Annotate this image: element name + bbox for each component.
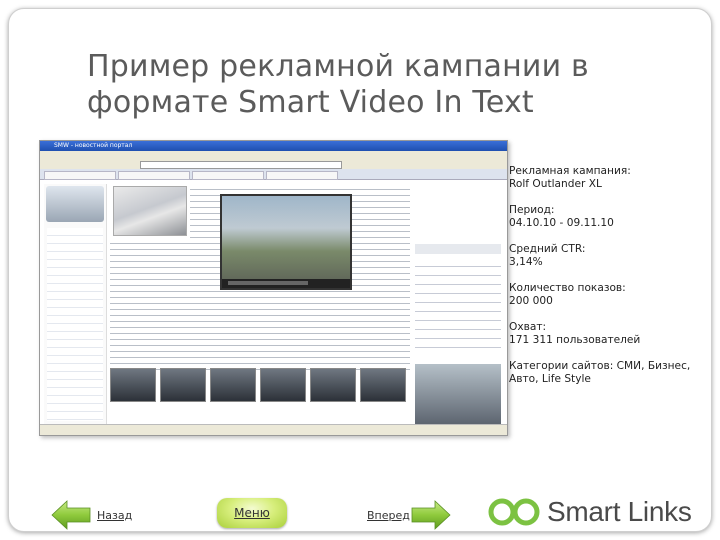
info-value: 200 000: [509, 295, 553, 307]
logo-rings-icon: [488, 498, 540, 526]
info-reach: Охват: 171 311 пользователей: [509, 321, 709, 347]
info-label: Средний CTR:: [509, 243, 586, 255]
info-label: Охват:: [509, 321, 547, 333]
browser-status-bar: [40, 424, 507, 435]
menu-button-label: Меню: [234, 506, 270, 520]
info-impressions: Количество показов: 200 000: [509, 282, 709, 308]
webpage-left-nav: [44, 184, 107, 425]
slide-navigation: Назад Меню Вперед Smart Links: [9, 479, 711, 531]
video-ad-player: [220, 194, 352, 290]
info-label: Период:: [509, 204, 555, 216]
info-label: Количество показов:: [509, 282, 626, 294]
gallery-thumbnails: [110, 368, 410, 408]
info-value: 04.10.10 - 09.11.10: [509, 217, 614, 229]
back-link[interactable]: Назад: [97, 509, 132, 522]
slide: Пример рекламной кампании в формате Smar…: [8, 8, 712, 532]
campaign-info: Рекламная кампания: Rolf Outlander XL Пе…: [509, 165, 709, 399]
info-value: 171 311 пользователей: [509, 334, 641, 346]
info-ctr: Средний CTR: 3,14%: [509, 243, 709, 269]
info-label: Рекламная кампания:: [509, 165, 631, 177]
info-label: Категории сайтов: СМИ, Бизнес, Авто, Lif…: [509, 360, 691, 385]
forward-link[interactable]: Вперед: [367, 509, 410, 522]
browser-window-title: SMW - новостной портал: [54, 142, 133, 149]
forward-arrow-icon[interactable]: [411, 500, 451, 530]
info-campaign: Рекламная кампания: Rolf Outlander XL: [509, 165, 709, 191]
menu-button[interactable]: Меню: [217, 498, 287, 528]
article-car-photo: [113, 186, 187, 236]
browser-menubar: [40, 151, 507, 159]
info-value: 3,14%: [509, 256, 543, 268]
back-arrow-icon[interactable]: [51, 500, 91, 530]
smart-links-logo: Smart Links: [487, 495, 707, 529]
webpage-content: [40, 180, 507, 425]
car-banner-image: [46, 186, 104, 222]
browser-tabs: [40, 169, 507, 180]
info-categories: Категории сайтов: СМИ, Бизнес, Авто, Lif…: [509, 360, 709, 386]
info-period: Период: 04.10.10 - 09.11.10: [509, 204, 709, 230]
logo-text: Smart Links: [547, 496, 692, 527]
article-area: [110, 184, 410, 425]
info-value: Rolf Outlander XL: [509, 178, 602, 190]
browser-titlebar: SMW - новостной портал: [40, 141, 507, 151]
campaign-screenshot: SMW - новостной портал: [39, 140, 508, 436]
webpage-sidebar: [415, 184, 501, 425]
slide-title: Пример рекламной кампании в формате Smar…: [87, 49, 589, 120]
